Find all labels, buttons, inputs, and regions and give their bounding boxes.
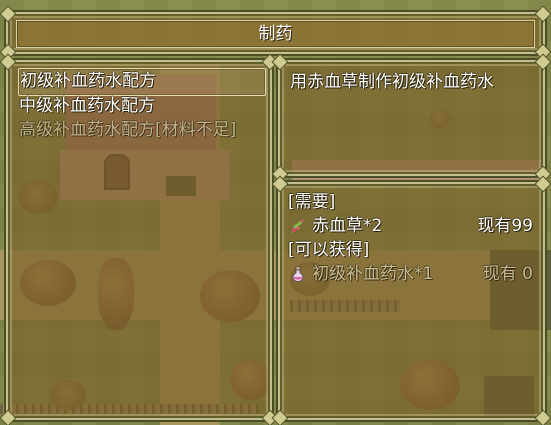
recipe-list-window: 初级补血药水配方 中级补血药水配方 高级补血药水配方[材料不足] bbox=[0, 53, 279, 425]
recipe-label: 初级补血药水配方 bbox=[20, 71, 156, 91]
recipe-item-intermediate[interactable]: 中级补血药水配方 bbox=[18, 94, 264, 120]
title-bar: 制药 bbox=[16, 20, 535, 48]
window-title: 制药 bbox=[258, 24, 293, 44]
recipe-item-basic[interactable]: 初级补血药水配方 bbox=[18, 68, 266, 96]
recipe-label: 中级补血药水配方 bbox=[19, 96, 155, 116]
needed-header: [需要] bbox=[288, 192, 336, 212]
recipe-label: 高级补血药水配方[材料不足] bbox=[19, 120, 237, 140]
recipe-description: 用赤血草制作初级补血药水 bbox=[290, 72, 494, 92]
requirement-window: [需要] 赤血草*2 现有99 [可以获得] 初级补血药水*1 现有 0 bbox=[271, 175, 551, 425]
needed-item-name: 赤血草*2 bbox=[312, 216, 383, 236]
herb-icon bbox=[291, 219, 305, 234]
recipe-item-advanced[interactable]: 高级补血药水配方[材料不足] bbox=[18, 118, 264, 144]
obtain-item-name: 初级补血药水*1 bbox=[312, 264, 434, 284]
needed-item-count: 现有99 bbox=[477, 216, 533, 236]
obtain-item-count: 现有 0 bbox=[482, 264, 533, 284]
potion-icon bbox=[292, 266, 304, 282]
description-window: 用赤血草制作初级补血药水 bbox=[271, 53, 551, 183]
crafting-scene: 制药 初级补血药水配方 中级补血药水配方 高级补血药水配方[材料不足] 用赤血草… bbox=[0, 0, 551, 425]
title-window: 制药 bbox=[0, 5, 551, 61]
obtain-header: [可以获得] bbox=[288, 240, 370, 260]
